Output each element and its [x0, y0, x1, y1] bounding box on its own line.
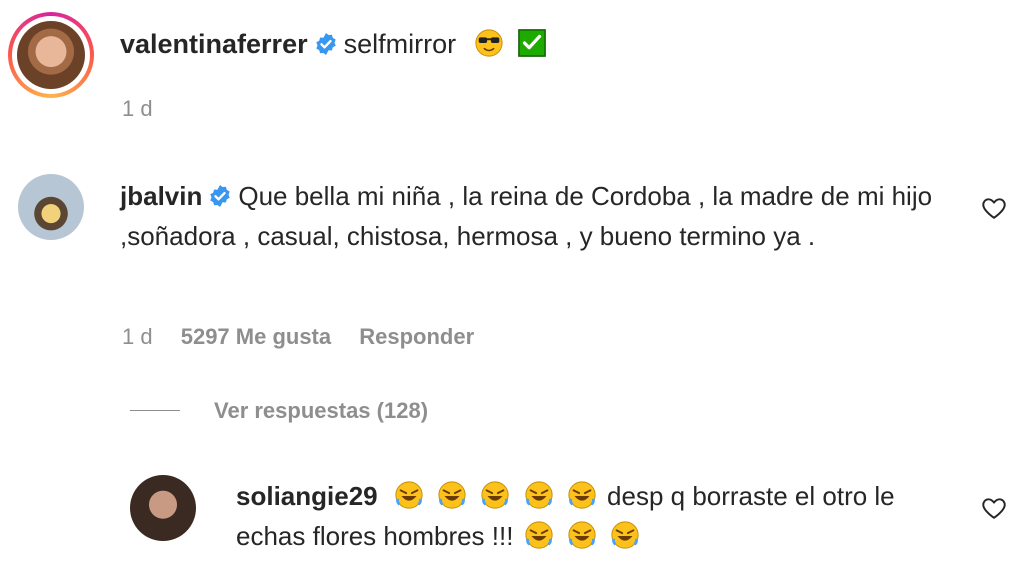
sunglasses-face-icon	[475, 29, 503, 57]
reply-avatar[interactable]	[130, 475, 196, 541]
verified-badge-icon	[315, 33, 336, 55]
caption-text: selfmirror	[343, 29, 457, 59]
verified-badge-icon	[210, 185, 231, 207]
view-replies-link[interactable]: Ver respuestas (128)	[214, 398, 428, 424]
rolling-laughing-icon	[568, 521, 596, 549]
check-mark-box-icon	[518, 29, 546, 57]
view-replies-divider	[130, 410, 180, 411]
reply-body: soliangie29 desp q borraste el otro le e…	[236, 476, 956, 556]
caption-username[interactable]: valentinaferrer	[120, 29, 308, 59]
rolling-laughing-icon	[568, 481, 596, 509]
heart-icon[interactable]	[981, 195, 1007, 221]
rolling-laughing-icon	[611, 521, 639, 549]
heart-icon[interactable]	[981, 495, 1007, 521]
rolling-laughing-icon	[438, 481, 466, 509]
reply-button[interactable]: Responder	[359, 324, 474, 349]
reply-emojis-before	[391, 481, 607, 511]
rolling-laughing-icon	[481, 481, 509, 509]
comment-body: jbalvin Que bella mi niña , la reina de C…	[120, 176, 950, 256]
comment-meta: 1 d 5297 Me gusta Responder	[122, 324, 474, 350]
rolling-laughing-icon	[525, 521, 553, 549]
caption-time: 1 d	[122, 96, 153, 121]
comment-username[interactable]: jbalvin	[120, 181, 202, 211]
reply-emojis-after	[521, 521, 643, 551]
reply-username[interactable]: soliangie29	[236, 481, 378, 511]
comment-likes[interactable]: 5297 Me gusta	[181, 324, 331, 349]
rolling-laughing-icon	[524, 481, 553, 509]
avatar	[17, 21, 85, 89]
comment-avatar[interactable]	[18, 174, 84, 240]
rolling-laughing-icon	[395, 481, 423, 509]
comment-time: 1 d	[122, 324, 153, 349]
caption-avatar[interactable]	[8, 12, 94, 98]
caption-line: valentinaferrer selfmirror	[120, 26, 550, 62]
comment-text: Que bella mi niña , la reina de Cordoba …	[120, 181, 933, 251]
